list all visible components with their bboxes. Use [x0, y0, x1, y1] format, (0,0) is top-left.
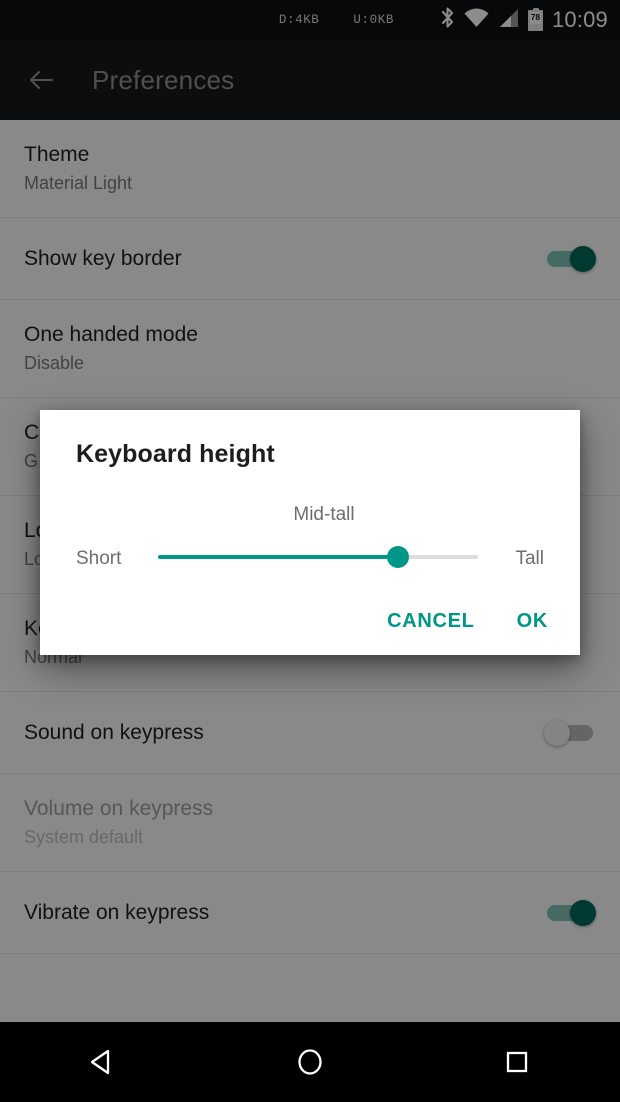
slider-row: Short Tall	[40, 538, 580, 584]
cancel-button[interactable]: CANCEL	[383, 604, 479, 639]
nav-home-circle-icon[interactable]	[275, 1032, 345, 1092]
dialog-actions: CANCEL OK	[383, 604, 552, 639]
ok-button[interactable]: OK	[513, 604, 552, 639]
phone-screen: D:4KB U:0KB 78 10:09 Preferences Theme M…	[0, 0, 620, 1102]
slider-thumb[interactable]	[387, 546, 409, 568]
slider-value-label: Mid-tall	[293, 504, 355, 525]
slider-track[interactable]	[158, 546, 478, 568]
slider-track-fill	[158, 555, 398, 559]
system-nav-bar	[0, 1022, 620, 1102]
keyboard-height-dialog: Keyboard height Mid-tall Short Tall CANC…	[40, 410, 580, 655]
slider-min-label: Short	[76, 548, 122, 569]
slider-max-label: Tall	[515, 548, 544, 569]
nav-back-triangle-icon[interactable]	[68, 1032, 138, 1092]
nav-recents-square-icon[interactable]	[482, 1032, 552, 1092]
dialog-title: Keyboard height	[76, 440, 275, 468]
